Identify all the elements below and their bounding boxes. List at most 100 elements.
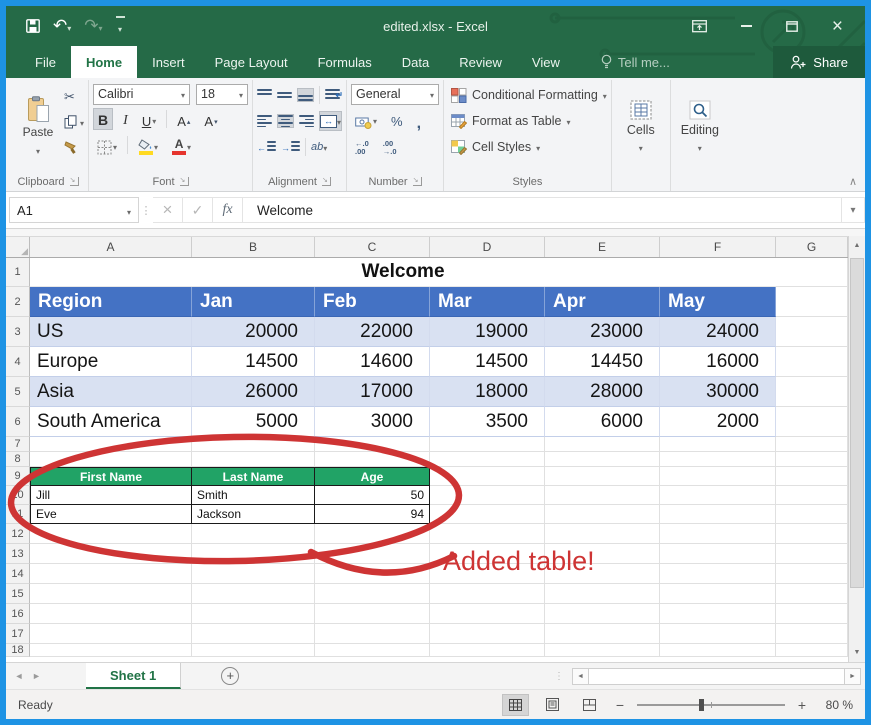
cell-us-jan[interactable]: 20000 <box>192 317 315 347</box>
cell[interactable] <box>660 524 776 544</box>
cell[interactable] <box>660 584 776 604</box>
percent-style-button[interactable]: % <box>387 108 407 130</box>
cell[interactable] <box>30 524 192 544</box>
row-header-4[interactable]: 4 <box>6 347 30 377</box>
row-header-5[interactable]: 5 <box>6 377 30 407</box>
cell[interactable] <box>776 604 848 624</box>
cell[interactable] <box>30 564 192 584</box>
cell[interactable] <box>776 452 848 467</box>
cell[interactable] <box>660 564 776 584</box>
cancel-button[interactable] <box>153 197 183 223</box>
row-header-12[interactable]: 12 <box>6 524 30 544</box>
tell-me-box[interactable]: Tell me... <box>601 46 670 78</box>
cell[interactable] <box>315 624 430 644</box>
decrease-font-button[interactable]: A <box>200 108 221 130</box>
cell[interactable] <box>430 564 545 584</box>
cell[interactable] <box>776 544 848 564</box>
row-header-15[interactable]: 15 <box>6 584 30 604</box>
row-header-16[interactable]: 16 <box>6 604 30 624</box>
cell-asia-apr[interactable]: 28000 <box>545 377 660 407</box>
row-header-3[interactable]: 3 <box>6 317 30 347</box>
normal-view-button[interactable] <box>502 694 529 716</box>
font-color-button[interactable]: A <box>168 134 195 156</box>
cell-south-america[interactable]: South America <box>30 407 192 437</box>
zoom-in-button[interactable]: + <box>795 697 809 713</box>
cell[interactable] <box>776 486 848 505</box>
cell[interactable] <box>192 524 315 544</box>
cell[interactable] <box>660 437 776 452</box>
sheet-nav-right-icon[interactable] <box>32 671 58 681</box>
cell[interactable] <box>192 584 315 604</box>
cell[interactable] <box>430 486 545 505</box>
bottom-align-button[interactable] <box>297 88 314 102</box>
cell[interactable] <box>430 437 545 452</box>
cell[interactable] <box>430 584 545 604</box>
cell[interactable] <box>545 624 660 644</box>
cell[interactable] <box>776 644 848 657</box>
row-header-13[interactable]: 13 <box>6 544 30 564</box>
cell[interactable] <box>776 524 848 544</box>
zoom-slider-thumb[interactable] <box>699 699 704 711</box>
underline-button[interactable]: U <box>138 108 160 130</box>
cell-region-header[interactable]: Region <box>30 287 192 317</box>
cell[interactable] <box>660 486 776 505</box>
tab-view[interactable]: View <box>517 46 575 78</box>
align-center-button[interactable] <box>277 114 294 128</box>
cell[interactable] <box>776 564 848 584</box>
merge-center-button[interactable] <box>319 111 342 131</box>
cell-age-94[interactable]: 94 <box>315 505 430 524</box>
cell[interactable] <box>545 604 660 624</box>
cell[interactable] <box>430 467 545 486</box>
dialog-launcher-icon[interactable] <box>322 177 331 186</box>
increase-font-button[interactable]: A <box>173 108 194 130</box>
cell[interactable] <box>545 452 660 467</box>
maximize-button[interactable] <box>786 21 798 32</box>
cell-europe[interactable]: Europe <box>30 347 192 377</box>
select-all-button[interactable] <box>6 237 30 257</box>
row-header-2[interactable]: 2 <box>6 287 30 317</box>
dialog-launcher-icon[interactable] <box>413 177 422 186</box>
cell[interactable] <box>315 524 430 544</box>
tab-insert[interactable]: Insert <box>137 46 200 78</box>
col-header-G[interactable]: G <box>776 237 848 257</box>
minimize-button[interactable] <box>741 25 752 27</box>
cell-A1-merged-title[interactable]: Welcome <box>30 258 776 287</box>
cell[interactable] <box>545 505 660 524</box>
row-header-6[interactable]: 6 <box>6 407 30 437</box>
sheet-nav-left-icon[interactable] <box>6 671 32 681</box>
dialog-launcher-icon[interactable] <box>70 177 79 186</box>
cell[interactable] <box>545 524 660 544</box>
cell[interactable] <box>545 437 660 452</box>
cell[interactable] <box>776 437 848 452</box>
ribbon-display-options-icon[interactable] <box>692 20 707 33</box>
copy-button[interactable] <box>64 113 84 131</box>
cell-apr-header[interactable]: Apr <box>545 287 660 317</box>
format-as-table-button[interactable]: Format as Table <box>451 108 607 134</box>
cell[interactable] <box>430 624 545 644</box>
cell[interactable] <box>315 604 430 624</box>
middle-align-button[interactable] <box>277 89 292 101</box>
cell[interactable] <box>315 437 430 452</box>
cell-us-may[interactable]: 24000 <box>660 317 776 347</box>
cell[interactable] <box>192 437 315 452</box>
cell[interactable] <box>430 544 545 564</box>
cell[interactable] <box>192 624 315 644</box>
row-header-10[interactable]: 10 <box>6 486 30 505</box>
scroll-up-icon[interactable] <box>849 237 865 254</box>
zoom-out-button[interactable]: − <box>613 697 627 713</box>
cell[interactable] <box>776 317 848 347</box>
cell[interactable] <box>776 624 848 644</box>
cell-europe-mar[interactable]: 14500 <box>430 347 545 377</box>
collapse-ribbon-icon[interactable] <box>849 175 857 188</box>
cell-us[interactable]: US <box>30 317 192 347</box>
cell-asia-may[interactable]: 30000 <box>660 377 776 407</box>
col-header-F[interactable]: F <box>660 237 776 257</box>
cell[interactable] <box>545 584 660 604</box>
cell[interactable] <box>30 452 192 467</box>
page-break-view-button[interactable] <box>576 694 603 716</box>
cell[interactable] <box>430 524 545 544</box>
sheet-tab[interactable]: Sheet 1 <box>86 663 181 689</box>
cut-button[interactable] <box>64 88 84 106</box>
borders-button[interactable] <box>93 134 121 156</box>
tab-page-layout[interactable]: Page Layout <box>200 46 303 78</box>
